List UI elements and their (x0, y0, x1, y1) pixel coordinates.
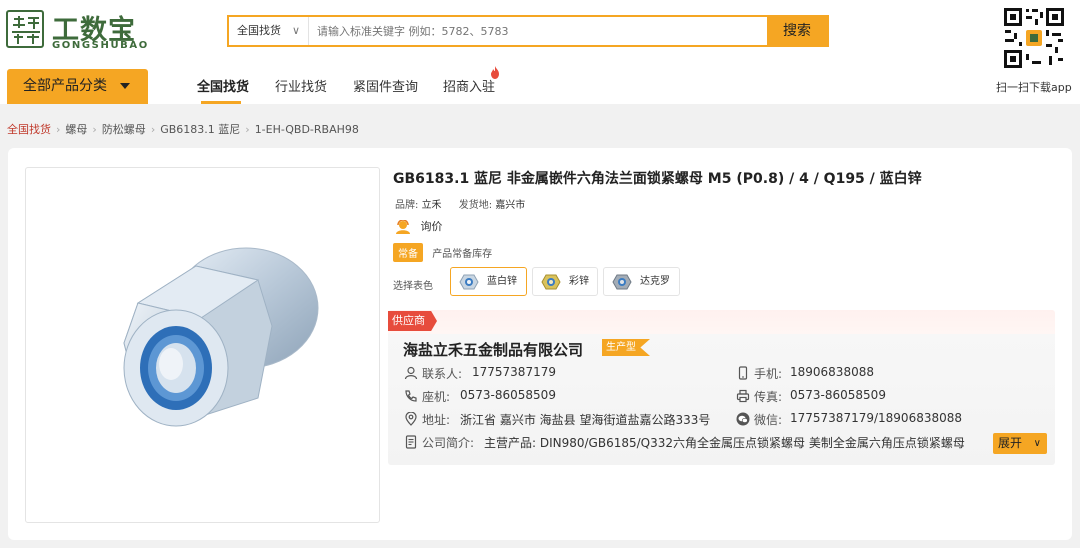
nav-active-indicator (201, 101, 241, 104)
location-pin-icon (405, 412, 417, 426)
color-options-label: 选择表色 (393, 281, 433, 292)
wechat-label: 微信: (754, 413, 783, 427)
brand-value: 立禾 (421, 200, 442, 211)
nav-item-merchant-join[interactable]: 招商入驻 (443, 76, 495, 95)
nav-item-fastener-query[interactable]: 紧固件查询 (353, 76, 418, 95)
flange-nut-image (123, 247, 319, 427)
search-input[interactable] (317, 17, 757, 45)
all-categories-button[interactable]: 全部产品分类 (7, 69, 148, 104)
logo-name-en: GONGSHUBAO (52, 40, 149, 51)
mobile-value: 18906838088 (790, 365, 874, 379)
supplier-tag: 供应商 (388, 311, 437, 331)
stock-info: 常备 产品常备库存 (393, 243, 492, 262)
contact-row: 联系人: 17757387179 (404, 365, 724, 383)
chevron-down-icon: ∨ (1033, 438, 1041, 449)
fax-row: 传真: 0573-86058509 (736, 388, 1036, 406)
app-download-label: 扫一扫下载app (996, 81, 1072, 94)
fax-value: 0573-86058509 (790, 388, 886, 402)
color-option-label: 彩锌 (569, 276, 589, 287)
qr-code-icon (1002, 6, 1066, 70)
document-icon (405, 435, 417, 449)
breadcrumb: 全国找货 › 螺母 › 防松螺母 › GB6183.1 蓝尼 › 1-EH-QBD-RBAH98 (7, 121, 359, 137)
breadcrumb-item[interactable]: 防松螺母 (102, 121, 146, 137)
chevron-down-icon: ∨ (291, 24, 300, 37)
search-scope-label: 全国找货 (237, 24, 281, 37)
price-inquiry[interactable]: 询价 (395, 218, 443, 234)
color-option-dacromet[interactable]: 达克罗 (603, 267, 680, 296)
printer-icon (736, 389, 750, 403)
nut-thumbnail-icon (459, 274, 479, 290)
contact-value: 17757387179 (472, 365, 556, 379)
search-scope-select[interactable]: 全国找货 ∨ (229, 17, 309, 45)
origin-label: 发货地: (458, 200, 493, 211)
mobile-label: 手机: (754, 367, 783, 381)
logo[interactable]: 工数宝 GONGSHUBAO (6, 10, 156, 51)
logo-mark-icon (6, 10, 44, 48)
phone-label: 座机: (422, 390, 451, 404)
fax-label: 传真: (754, 390, 783, 404)
intro-value: 主营产品: DIN980/GB6185/Q332六角全金属压点锁紧螺母 美制全金… (484, 436, 965, 450)
company-intro: 公司简介: 主营产品: DIN980/GB6185/Q332六角全金属压点锁紧螺… (404, 434, 989, 454)
breadcrumb-item[interactable]: 螺母 (65, 121, 87, 137)
nav-item-industry-search[interactable]: 行业找货 (275, 76, 327, 95)
nut-thumbnail-icon (541, 274, 561, 290)
customer-service-icon (396, 220, 410, 234)
contact-label: 联系人: (422, 367, 463, 381)
address-label: 地址: (422, 413, 451, 427)
breadcrumb-current: 1-EH-QBD-RBAH98 (254, 123, 359, 136)
wechat-value: 17757387179/18906838088 (790, 411, 963, 425)
search-bar: 全国找货 ∨ 搜索 (227, 15, 829, 47)
breadcrumb-item[interactable]: GB6183.1 蓝尼 (160, 121, 240, 137)
origin-value: 嘉兴市 (495, 200, 526, 211)
product-title: GB6183.1 蓝尼 非金属嵌件六角法兰面锁紧螺母 M5 (P0.8) / 4… (393, 171, 922, 187)
price-text: 询价 (420, 220, 443, 233)
intro-label: 公司简介: (422, 436, 475, 450)
expand-label: 展开 (998, 436, 1023, 450)
brand-label: 品牌: (395, 200, 419, 211)
company-name[interactable]: 海盐立禾五金制品有限公司 (403, 339, 583, 360)
wechat-icon (736, 412, 750, 426)
mobile-row: 手机: 18906838088 (736, 365, 1036, 383)
user-icon (404, 366, 418, 380)
product-meta: 品牌: 立禾 发货地: 嘉兴市 (395, 196, 539, 211)
expand-button[interactable]: 展开 ∨ (993, 433, 1047, 454)
nav-item-national-search[interactable]: 全国找货 (197, 76, 249, 95)
product-image[interactable] (25, 167, 380, 523)
color-option-blue-white-zinc[interactable]: 蓝白锌 (450, 267, 527, 296)
mobile-phone-icon (738, 366, 748, 380)
fire-icon (491, 66, 499, 79)
address-value: 浙江省 嘉兴市 海盐县 望海街道盐嘉公路333号 (460, 413, 711, 427)
nut-thumbnail-icon (612, 274, 632, 290)
address-row: 地址: 浙江省 嘉兴市 海盐县 望海街道盐嘉公路333号 (404, 411, 734, 429)
phone-row: 座机: 0573-86058509 (404, 388, 724, 406)
color-option-color-zinc[interactable]: 彩锌 (532, 267, 598, 296)
color-option-label: 达克罗 (640, 276, 670, 287)
breadcrumb-item[interactable]: 全国找货 (7, 121, 51, 137)
all-categories-label: 全部产品分类 (23, 78, 107, 94)
stock-badge: 常备 (393, 243, 423, 262)
search-button[interactable]: 搜索 (767, 17, 827, 45)
phone-icon (405, 390, 417, 402)
caret-down-icon (120, 83, 130, 89)
wechat-row: 微信: 17757387179/18906838088 (736, 411, 1036, 429)
phone-value: 0573-86058509 (460, 388, 556, 402)
color-option-label: 蓝白锌 (487, 276, 517, 287)
stock-text: 产品常备库存 (432, 249, 493, 260)
